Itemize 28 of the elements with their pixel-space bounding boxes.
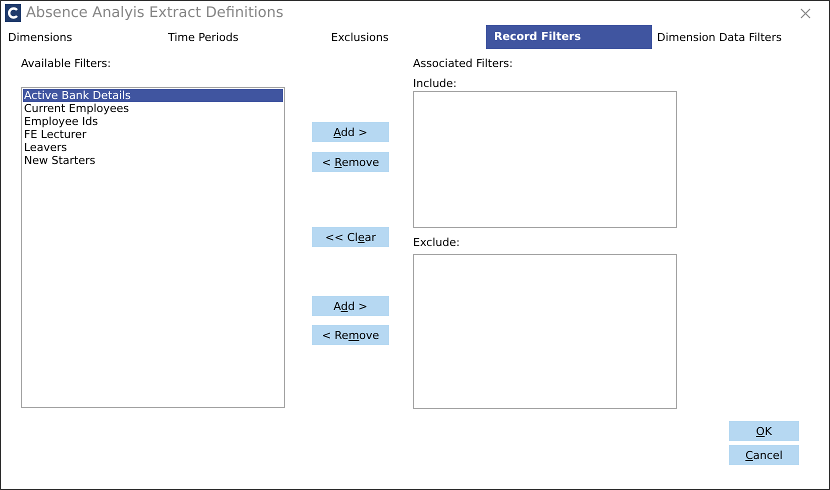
exclude-label: Exclude:: [413, 236, 460, 250]
list-item[interactable]: New Starters: [23, 154, 283, 167]
close-icon[interactable]: [800, 8, 811, 18]
tab[interactable]: Dimension Data Filters: [652, 26, 829, 50]
window-title: Absence Analyis Extract Definitions: [26, 5, 284, 21]
remove-button[interactable]: < Remove: [312, 325, 389, 345]
app-logo-icon: [5, 4, 21, 22]
add-button[interactable]: Add >: [312, 122, 389, 142]
associated-filters-label: Associated Filters:: [413, 57, 513, 71]
available-filters-label: Available Filters:: [21, 57, 111, 71]
exclude-list[interactable]: [413, 254, 677, 409]
clear-button[interactable]: << Clear: [312, 227, 389, 247]
tab[interactable]: Record Filters: [486, 24, 652, 48]
ok-button[interactable]: OK: [729, 421, 799, 441]
list-item[interactable]: FE Lecturer: [23, 128, 283, 141]
include-label: Include:: [413, 77, 457, 91]
list-item[interactable]: Current Employees: [23, 102, 283, 115]
list-item[interactable]: Employee Ids: [23, 115, 283, 128]
tab[interactable]: Time Periods: [163, 26, 326, 50]
tab[interactable]: Dimensions: [3, 26, 163, 50]
include-list[interactable]: [413, 91, 677, 228]
available-filters-list[interactable]: Active Bank Details Current Employees Employee Ids FE Lecturer Leavers New Starters: [21, 87, 285, 408]
add-button[interactable]: Add >: [312, 296, 389, 316]
cancel-button[interactable]: Cancel: [729, 445, 799, 465]
remove-button[interactable]: < Remove: [312, 152, 389, 172]
tab[interactable]: Exclusions: [326, 26, 486, 50]
list-item[interactable]: Leavers: [23, 141, 283, 154]
list-item[interactable]: Active Bank Details: [23, 89, 283, 102]
